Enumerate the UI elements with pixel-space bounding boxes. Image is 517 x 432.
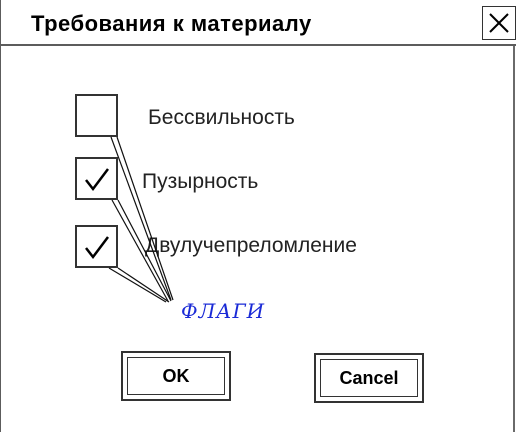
check-icon <box>85 236 109 260</box>
ok-button-label: OK <box>127 357 225 395</box>
check-icon <box>85 168 109 192</box>
checkbox-label-bessvilnost: Бессвильность <box>148 106 295 129</box>
cancel-button-label: Cancel <box>320 359 418 397</box>
close-icon <box>489 13 509 33</box>
annotation-connector-lines <box>108 136 174 303</box>
checkbox-puzyrnost[interactable] <box>75 157 118 200</box>
cancel-button[interactable]: Cancel <box>314 353 424 403</box>
checkbox-dvuluchepreломление[interactable] <box>75 225 118 268</box>
ok-button[interactable]: OK <box>121 351 231 401</box>
dialog-window: Требования к материалу Бессвильность Пуз… <box>0 0 516 432</box>
title-bar: Требования к материалу <box>1 0 516 46</box>
flags-annotation: ФЛАГИ <box>181 299 266 323</box>
checkbox-label-puzyrnost: Пузырность <box>142 170 259 193</box>
window-title: Требования к материалу <box>31 11 312 36</box>
checkbox-label-dvulucheprelomlenie: Двулучепреломление <box>145 234 357 257</box>
close-button[interactable] <box>482 6 516 40</box>
checkbox-bessvilnost[interactable] <box>75 94 118 137</box>
